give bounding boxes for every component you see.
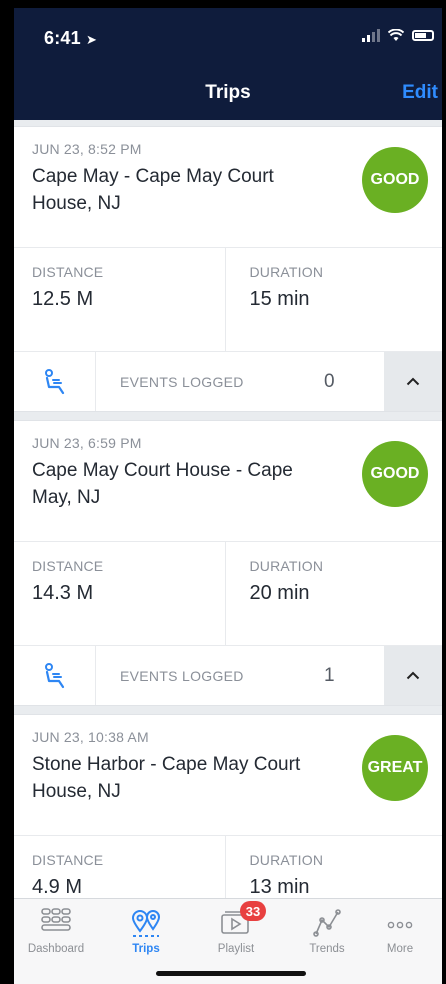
home-indicator — [156, 971, 306, 976]
edit-button[interactable]: Edit — [402, 82, 438, 104]
wifi-icon — [388, 28, 404, 41]
events-row[interactable]: EVENTS LOGGED 1 — [14, 645, 442, 705]
status-time: 6:41 ➤ — [44, 28, 97, 49]
duration-value: 13 min — [249, 876, 310, 898]
distance-value: 4.9 M — [32, 876, 83, 898]
bottom-tab-bar: Dashboard Trips 33 Playlist Trends More — [14, 898, 442, 984]
events-logged-count: 1 — [324, 664, 335, 686]
duration-stat: DURATION 15 min — [224, 248, 443, 351]
distance-value: 14.3 M — [32, 582, 94, 604]
duration-label: DURATION — [249, 264, 324, 280]
playlist-count-badge: 33 — [240, 901, 266, 921]
tab-label: More — [386, 943, 414, 955]
app-screen: 6:41 ➤ Trips Edit JUN 23, 8:52 PM Cape M… — [14, 8, 442, 984]
tab-label: Trips — [132, 943, 160, 955]
tab-label: Trends — [309, 943, 345, 955]
battery-icon — [412, 29, 434, 41]
events-logged-count: 0 — [324, 370, 335, 392]
navigation-header: 6:41 ➤ Trips Edit — [14, 8, 442, 120]
trip-date: JUN 23, 8:52 PM — [32, 141, 142, 157]
distance-stat: DISTANCE 4.9 M — [14, 836, 225, 900]
duration-label: DURATION — [249, 852, 324, 868]
tab-more[interactable]: More — [360, 905, 440, 955]
trip-route: Cape May - Cape May Court House, NJ — [32, 166, 274, 214]
trip-card-header[interactable]: JUN 23, 8:52 PM Cape May - Cape May Cour… — [14, 127, 442, 247]
trip-rating-badge: GREAT — [362, 735, 428, 801]
trip-route: Cape May Court House - Cape May, NJ — [32, 460, 293, 508]
tab-label: Playlist — [217, 943, 255, 955]
duration-value: 20 min — [249, 582, 310, 604]
status-icons — [362, 28, 434, 42]
trip-route: Stone Harbor - Cape May Court House, NJ — [32, 754, 301, 802]
distance-label: DISTANCE — [32, 852, 104, 868]
trip-card-header[interactable]: JUN 23, 10:38 AM Stone Harbor - Cape May… — [14, 715, 442, 835]
expand-toggle-button[interactable] — [384, 646, 442, 705]
tab-dashboard[interactable]: Dashboard — [16, 905, 96, 955]
duration-stat: DURATION 13 min — [224, 836, 443, 900]
expand-toggle-button[interactable] — [384, 352, 442, 411]
trip-date: JUN 23, 10:38 AM — [32, 729, 149, 745]
duration-label: DURATION — [249, 558, 324, 574]
duration-stat: DURATION 20 min — [224, 542, 443, 645]
location-arrow-icon: ➤ — [86, 32, 98, 47]
distance-label: DISTANCE — [32, 264, 104, 280]
trip-card[interactable]: JUN 23, 10:38 AM Stone Harbor - Cape May… — [14, 714, 442, 900]
distance-value: 12.5 M — [32, 288, 94, 310]
trip-card[interactable]: JUN 23, 8:52 PM Cape May - Cape May Cour… — [14, 126, 442, 412]
tab-trends[interactable]: Trends — [287, 905, 367, 955]
trip-card-header[interactable]: JUN 23, 6:59 PM Cape May Court House - C… — [14, 421, 442, 541]
trip-date: JUN 23, 6:59 PM — [32, 435, 142, 451]
trip-stats: DISTANCE 4.9 M DURATION 13 min — [14, 835, 442, 900]
signal-icon — [362, 28, 380, 42]
tab-trips[interactable]: Trips — [106, 905, 186, 955]
trip-rating-badge: GOOD — [362, 147, 428, 213]
trip-stats: DISTANCE 12.5 M DURATION 15 min — [14, 247, 442, 351]
device-frame: 6:41 ➤ Trips Edit JUN 23, 8:52 PM Cape M… — [0, 0, 446, 984]
distance-stat: DISTANCE 14.3 M — [14, 542, 225, 645]
passenger-seat-icon — [14, 646, 96, 705]
distance-stat: DISTANCE 12.5 M — [14, 248, 225, 351]
trips-pins-icon — [106, 905, 186, 939]
dashboard-grid-icon — [16, 905, 96, 939]
distance-label: DISTANCE — [32, 558, 104, 574]
status-time-text: 6:41 — [44, 28, 81, 48]
trip-stats: DISTANCE 14.3 M DURATION 20 min — [14, 541, 442, 645]
trip-rating-badge: GOOD — [362, 441, 428, 507]
page-title: Trips — [205, 82, 251, 103]
chevron-up-icon — [406, 377, 420, 386]
passenger-seat-icon — [14, 352, 96, 411]
events-row[interactable]: EVENTS LOGGED 0 — [14, 351, 442, 411]
events-logged-label: EVENTS LOGGED — [120, 373, 244, 390]
trip-card[interactable]: JUN 23, 6:59 PM Cape May Court House - C… — [14, 420, 442, 706]
trips-list[interactable]: JUN 23, 8:52 PM Cape May - Cape May Cour… — [14, 120, 442, 900]
trends-graph-icon — [287, 905, 367, 939]
playlist-video-icon: 33 — [196, 901, 276, 939]
events-logged-label: EVENTS LOGGED — [120, 667, 244, 684]
more-dots-icon — [360, 905, 440, 939]
chevron-up-icon — [406, 671, 420, 680]
tab-label: Dashboard — [27, 943, 85, 955]
tab-playlist[interactable]: 33 Playlist — [196, 901, 276, 955]
duration-value: 15 min — [249, 288, 310, 310]
